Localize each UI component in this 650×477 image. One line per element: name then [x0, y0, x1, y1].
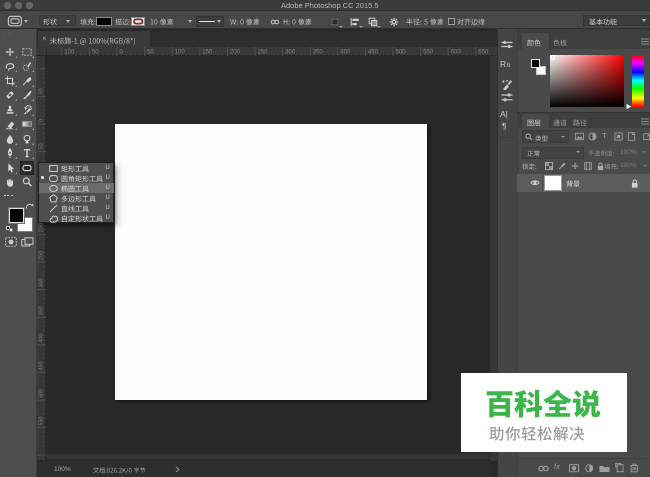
svg-text:50: 50: [39, 88, 45, 94]
svg-text:0: 0: [120, 50, 124, 56]
svg-text:650: 650: [478, 50, 489, 56]
svg-text:450: 450: [39, 361, 45, 370]
svg-text:200: 200: [39, 223, 45, 232]
svg-text:100: 100: [175, 50, 186, 56]
svg-text:50: 50: [147, 50, 154, 56]
svg-text:250: 250: [258, 50, 269, 56]
svg-text:200: 200: [230, 50, 241, 56]
svg-text:350: 350: [39, 306, 45, 315]
svg-text:550: 550: [39, 416, 45, 425]
svg-text:250: 250: [39, 251, 45, 260]
svg-text:50: 50: [39, 143, 45, 149]
svg-text:150: 150: [202, 50, 213, 56]
svg-text:350: 350: [313, 50, 324, 56]
svg-text:300: 300: [285, 50, 296, 56]
svg-text:550: 550: [423, 50, 434, 56]
svg-text:0: 0: [39, 119, 45, 122]
svg-text:100: 100: [64, 50, 75, 56]
svg-text:450: 450: [368, 50, 379, 56]
svg-text:300: 300: [39, 278, 45, 287]
svg-text:500: 500: [39, 389, 45, 398]
svg-text:50: 50: [92, 50, 99, 56]
svg-text:500: 500: [396, 50, 407, 56]
svg-text:400: 400: [340, 50, 351, 56]
svg-text:600: 600: [451, 50, 462, 56]
svg-text:400: 400: [39, 334, 45, 343]
